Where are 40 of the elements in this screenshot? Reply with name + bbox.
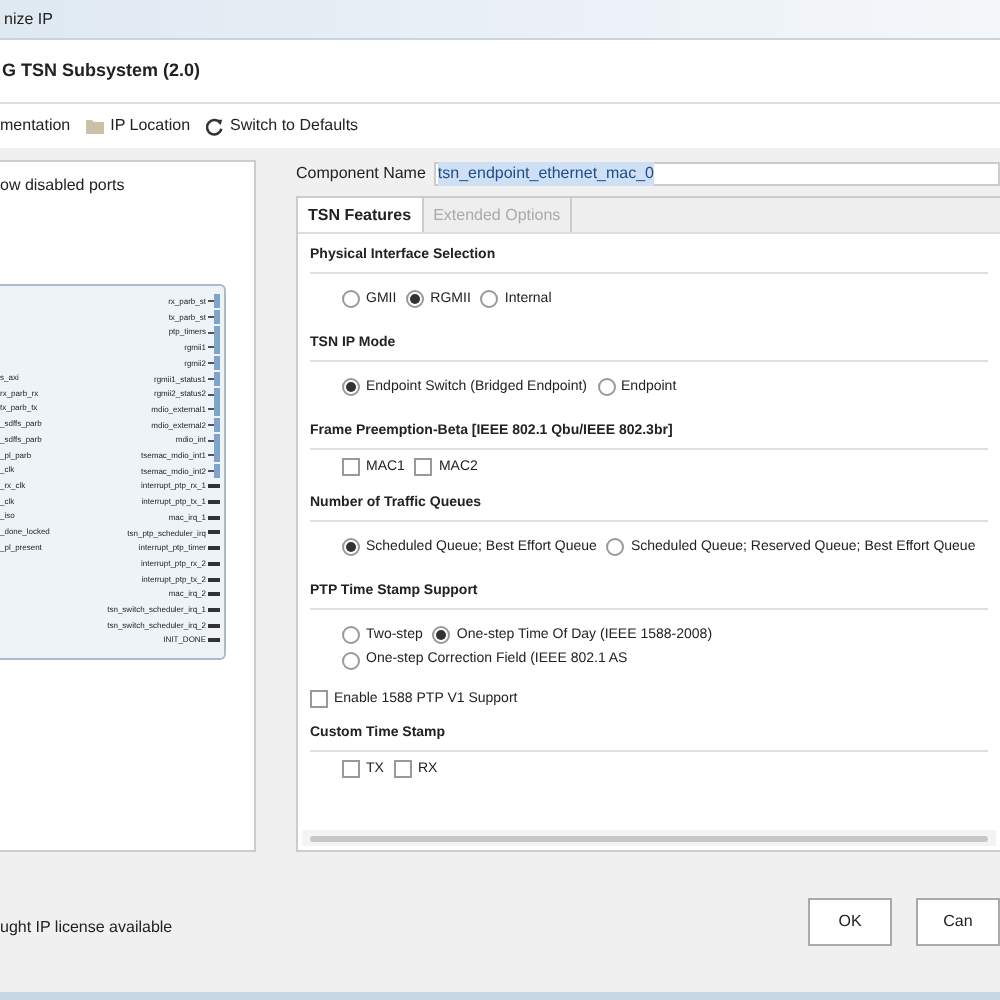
license-status: ught IP license available (0, 916, 173, 940)
wire-pin (208, 638, 220, 643)
component-name-field[interactable]: tsn_endpoint_ethernet_mac_0 (433, 162, 1000, 186)
wire-pin (208, 592, 220, 597)
radio-button[interactable] (342, 626, 360, 645)
wire-pin (208, 530, 220, 535)
wire-pin (208, 577, 220, 581)
toolbar-button[interactable]: Switch to Defaults (206, 114, 359, 138)
wire-pin (208, 484, 220, 489)
dialog-button[interactable]: OK (808, 898, 892, 946)
wire-pin (208, 623, 220, 628)
wire-pin (208, 546, 220, 551)
tab[interactable]: TSN Features (298, 198, 424, 232)
wire-pin (208, 607, 220, 612)
window-title: nize IP (4, 7, 53, 31)
radio-button[interactable] (406, 290, 425, 309)
radio-button[interactable] (342, 290, 360, 309)
radio-button[interactable] (432, 626, 451, 645)
radio-button[interactable] (342, 651, 360, 670)
toolbar-button[interactable]: IP Location (86, 114, 191, 138)
component-name-label: Component Name (296, 162, 426, 186)
wire-pin (208, 561, 220, 566)
radio-button[interactable] (342, 538, 360, 557)
radio-button[interactable] (480, 290, 499, 309)
folder-icon (86, 118, 105, 134)
radio-button[interactable] (606, 538, 625, 557)
dialog-button[interactable]: Can (916, 898, 1000, 946)
refresh-icon (206, 117, 225, 135)
ip-heading: G TSN Subsystem (2.0) (2, 57, 201, 84)
horizontal-scrollbar[interactable] (302, 830, 996, 846)
radio-button[interactable] (597, 378, 616, 397)
checkbox[interactable] (342, 760, 360, 779)
checkbox[interactable] (393, 760, 412, 779)
checkbox[interactable] (310, 690, 328, 709)
wire-pin (208, 499, 220, 504)
checkbox[interactable] (414, 458, 433, 477)
toolbar-button[interactable]: mentation (0, 114, 71, 138)
checkbox[interactable] (342, 458, 360, 477)
wire-pin (208, 515, 220, 520)
radio-button[interactable] (342, 378, 360, 397)
